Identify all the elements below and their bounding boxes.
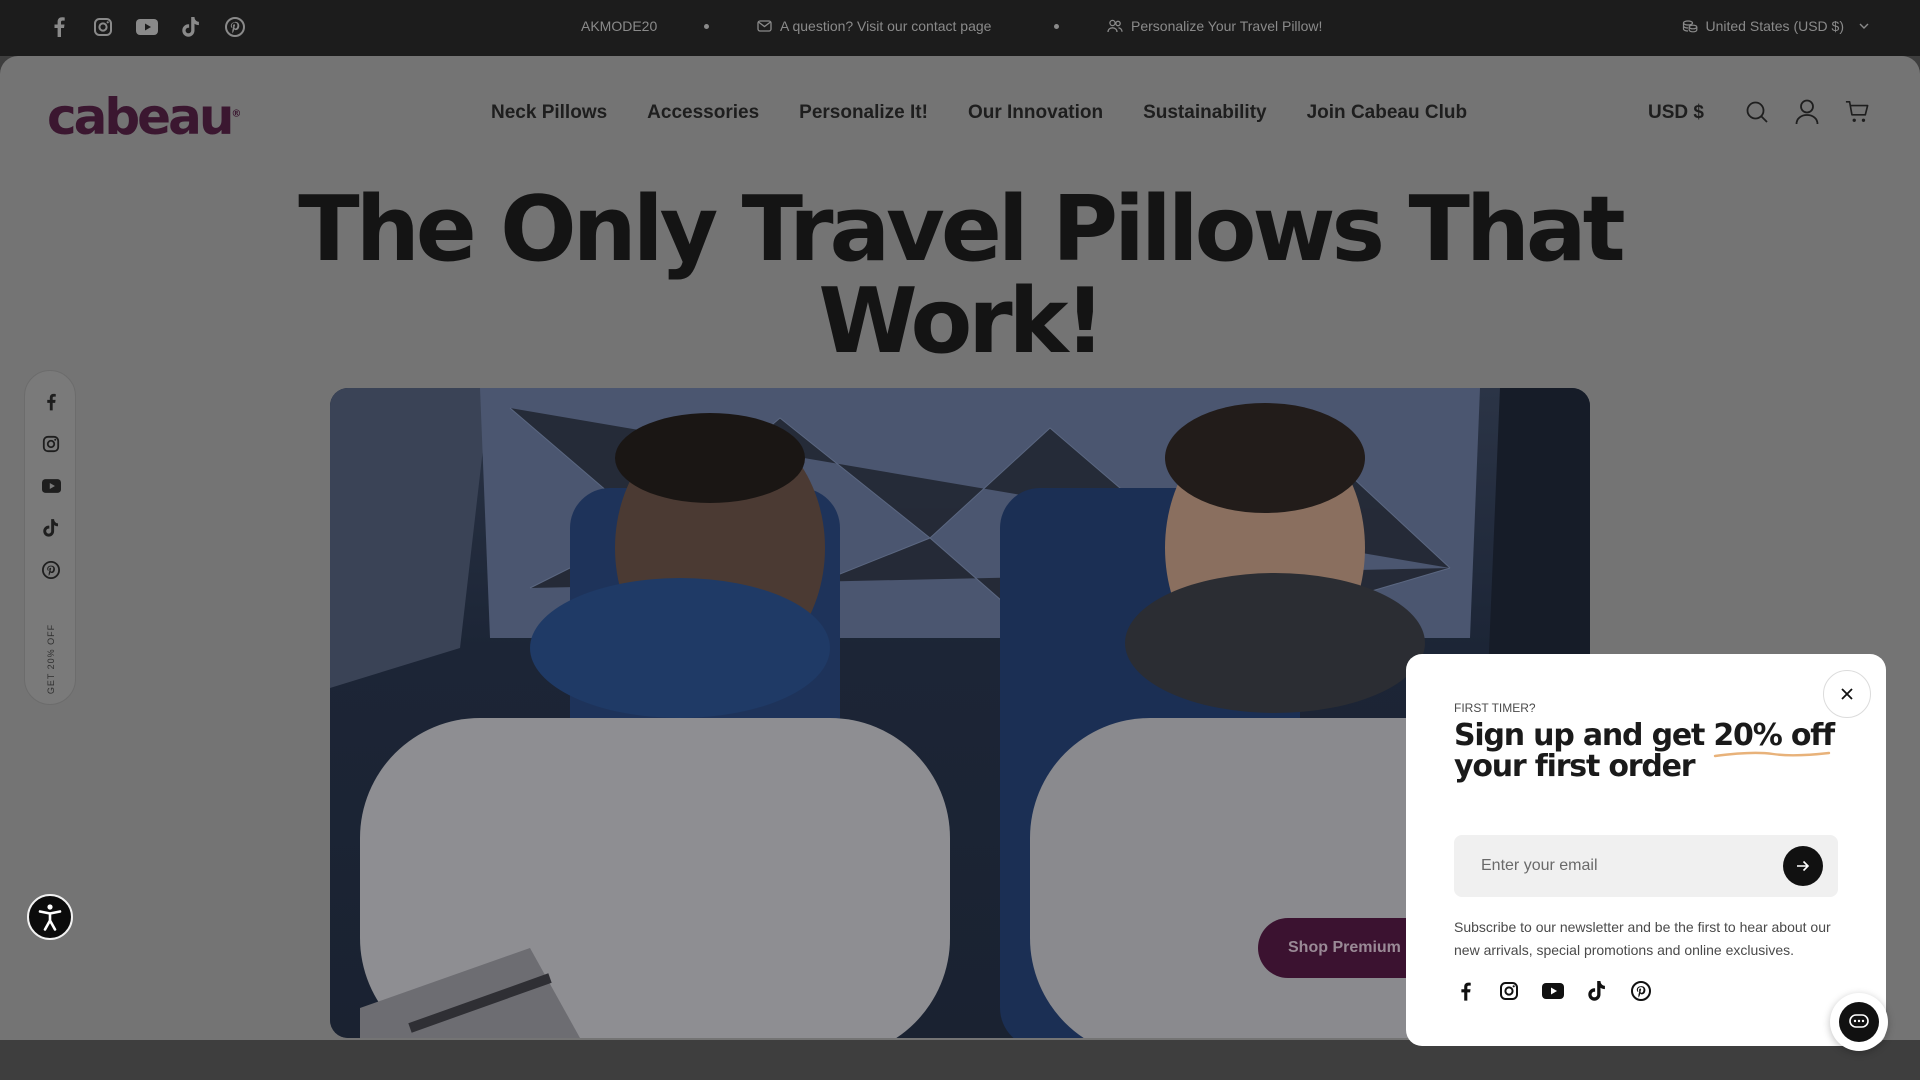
contact-link[interactable]: A question? Visit our contact page <box>757 18 991 34</box>
pinterest-icon[interactable] <box>1630 980 1652 1002</box>
email-field-wrapper <box>1454 835 1838 897</box>
popup-social-links <box>1454 980 1652 1002</box>
topbar-social <box>48 16 246 38</box>
currency-selector[interactable]: USD $ <box>1648 102 1704 124</box>
contact-link-label: A question? Visit our contact page <box>780 18 992 34</box>
headline-highlight-wrap: 20% off <box>1713 718 1835 758</box>
email-input[interactable] <box>1454 835 1774 897</box>
get-discount-tab[interactable]: GET 20% OFF <box>37 616 65 701</box>
tiktok-icon[interactable] <box>1586 980 1608 1002</box>
nav-personalize-it[interactable]: Personalize It! <box>799 102 928 124</box>
instagram-icon[interactable] <box>40 433 62 455</box>
hero-title-line2: Work! <box>818 269 1105 374</box>
pinterest-icon[interactable] <box>40 559 62 581</box>
locale-label: United States (USD $) <box>1705 18 1845 34</box>
accessibility-button[interactable] <box>27 894 73 940</box>
chat-widget-button[interactable] <box>1830 993 1888 1051</box>
headline-pre: Sign up and get <box>1454 718 1714 753</box>
nav-sustainability[interactable]: Sustainability <box>1143 102 1267 124</box>
announcement-bar: AKMODE20 A question? Visit our contact p… <box>0 0 1920 56</box>
floating-social-bar: GET 20% OFF <box>24 370 76 705</box>
popup-eyebrow: FIRST TIMER? <box>1454 701 1536 715</box>
header-icons <box>1745 98 1869 126</box>
nav-join-cabeau-club[interactable]: Join Cabeau Club <box>1307 102 1467 124</box>
instagram-icon[interactable] <box>92 16 114 38</box>
main-nav: Neck Pillows Accessories Personalize It!… <box>491 102 1467 124</box>
headline-highlight: 20% off <box>1713 718 1835 753</box>
popup-headline: Sign up and get 20% off your first order <box>1454 720 1844 782</box>
currency-icon <box>1682 20 1697 33</box>
pinterest-icon[interactable] <box>224 16 246 38</box>
locale-selector[interactable]: United States (USD $) <box>1682 18 1871 34</box>
close-icon <box>1841 688 1853 700</box>
accessibility-icon <box>38 904 62 931</box>
facebook-icon[interactable] <box>40 391 62 413</box>
separator-dot <box>1054 24 1059 29</box>
hero-title: The Only Travel Pillows That Work! <box>0 184 1920 368</box>
chevron-down-icon <box>1859 23 1869 29</box>
personalize-link-label: Personalize Your Travel Pillow! <box>1131 18 1323 34</box>
personalize-link[interactable]: Personalize Your Travel Pillow! <box>1107 18 1322 34</box>
youtube-icon[interactable] <box>136 16 158 38</box>
nav-our-innovation[interactable]: Our Innovation <box>968 102 1103 124</box>
promo-code-text: AKMODE20 <box>581 18 658 34</box>
email-submit-button[interactable] <box>1783 846 1823 886</box>
facebook-icon[interactable] <box>1454 980 1476 1002</box>
youtube-icon[interactable] <box>40 475 62 497</box>
headline-post: your first order <box>1454 749 1696 784</box>
cart-icon[interactable] <box>1845 98 1869 126</box>
nav-accessories[interactable]: Accessories <box>647 102 759 124</box>
account-icon[interactable] <box>1795 98 1819 126</box>
search-icon[interactable] <box>1745 98 1769 126</box>
facebook-icon[interactable] <box>48 16 70 38</box>
get-discount-label: GET 20% OFF <box>46 623 57 694</box>
chat-icon <box>1839 1002 1879 1042</box>
instagram-icon[interactable] <box>1498 980 1520 1002</box>
nav-neck-pillows[interactable]: Neck Pillows <box>491 102 607 124</box>
people-icon <box>1107 19 1123 33</box>
youtube-icon[interactable] <box>1542 980 1564 1002</box>
cabeau-logo[interactable]: cabeau® <box>47 88 241 146</box>
tiktok-icon[interactable] <box>40 517 62 539</box>
popup-description: Subscribe to our newsletter and be the f… <box>1454 919 1831 958</box>
logo-text: cabeau <box>47 88 234 146</box>
site-header: cabeau® Neck Pillows Accessories Persona… <box>0 56 1920 168</box>
newsletter-popup: FIRST TIMER? Sign up and get 20% off you… <box>1406 654 1886 1046</box>
separator-dot <box>704 24 709 29</box>
hero-title-line1: The Only Travel Pillows That <box>298 177 1625 282</box>
close-popup-button[interactable] <box>1823 670 1871 718</box>
highlight-underline <box>1714 751 1831 758</box>
mail-icon <box>757 20 772 32</box>
tiktok-icon[interactable] <box>180 16 202 38</box>
arrow-right-icon <box>1797 860 1810 872</box>
